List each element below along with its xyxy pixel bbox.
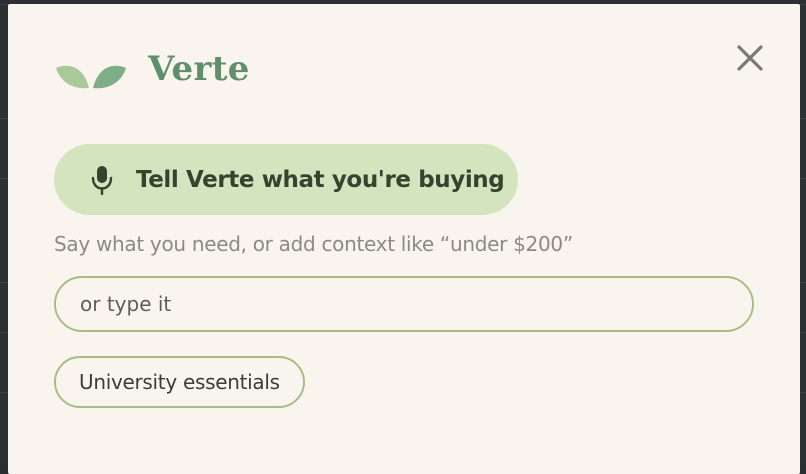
voice-input-button[interactable]: Tell Verte what you're buying (54, 144, 518, 215)
suggestion-chip-label: University essentials (79, 370, 280, 394)
brand: Verte (54, 44, 250, 94)
suggestion-chip[interactable]: University essentials (54, 356, 305, 408)
search-input[interactable] (54, 276, 754, 332)
voice-input-label: Tell Verte what you're buying (136, 166, 505, 193)
voice-hint-text: Say what you need, or add context like “… (54, 232, 573, 256)
leaf-pair-icon (56, 65, 126, 89)
close-button[interactable] (732, 40, 768, 76)
microphone-icon (91, 165, 113, 195)
brand-name: Verte (148, 49, 250, 89)
voice-search-panel: Verte Tell Verte what you're buying Say … (8, 4, 800, 474)
close-icon (737, 45, 763, 71)
